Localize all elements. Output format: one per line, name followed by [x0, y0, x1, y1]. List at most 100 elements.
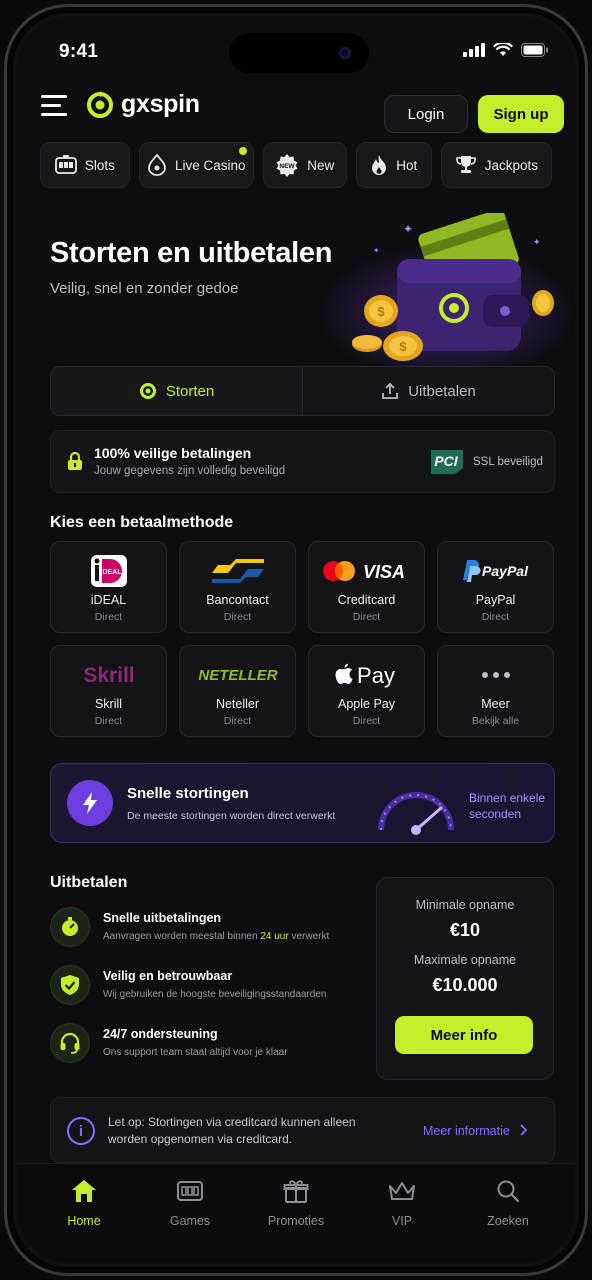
live-indicator-dot: [238, 147, 247, 155]
paypal-logo-icon: PayPal: [462, 560, 529, 582]
deposit-icon: [139, 383, 156, 399]
tab-storten[interactable]: Storten: [51, 367, 303, 415]
neteller-logo-icon: NETELLER: [198, 667, 277, 684]
method-ideal[interactable]: iDEAL iDEAL Direct: [50, 541, 167, 633]
method-skrill[interactable]: Skrill Skrill Direct: [50, 645, 167, 737]
feature-title: Veilig en betrouwbaar: [103, 969, 233, 983]
notice-text: Let op: Stortingen via creditcard kunnen…: [108, 1115, 356, 1146]
method-apple-pay[interactable]: Pay Apple Pay Direct: [308, 645, 425, 737]
svg-text:VISA: VISA: [362, 562, 404, 582]
battery-icon: [521, 43, 548, 57]
more-information-link[interactable]: Meer informatie: [423, 1124, 529, 1138]
category-jackpots[interactable]: Jackpots: [440, 142, 552, 188]
method-name: Skrill: [94, 697, 123, 711]
secure-subtitle: Jouw gegevens zijn volledig beveiligd: [94, 465, 286, 477]
category-hot[interactable]: Hot: [355, 142, 432, 188]
svg-text:PayPal: PayPal: [482, 563, 529, 579]
speedometer-icon: [378, 792, 454, 835]
brand-name: gxspin: [121, 89, 200, 118]
nav-games[interactable]: Games: [137, 1164, 243, 1263]
payouts-heading: Uitbetalen: [50, 874, 128, 891]
min-value: €10: [449, 920, 481, 940]
method-speed: Direct: [94, 715, 123, 727]
method-speed: Direct: [352, 611, 381, 623]
brand-logo[interactable]: gxspin: [85, 89, 200, 119]
nav-promoties[interactable]: Promoties: [243, 1164, 349, 1263]
search-icon: [497, 1180, 520, 1203]
pci-badge-icon: PCI: [431, 450, 463, 474]
phone-frame: 9:41 gxspin Login Sign up Slots Live Cas…: [4, 4, 588, 1276]
menu-icon[interactable]: [41, 95, 67, 117]
page-title: Storten en uitbetalen: [50, 237, 333, 269]
category-slots[interactable]: Slots: [40, 142, 130, 188]
nav-vip[interactable]: VIP: [349, 1164, 455, 1263]
nav-zoeken[interactable]: Zoeken: [455, 1164, 561, 1263]
deposit-withdraw-tabs: Storten Uitbetalen: [50, 366, 555, 416]
more-dots-icon: [481, 672, 510, 678]
apple-pay-logo-icon: Pay: [335, 663, 395, 688]
info-icon: i: [67, 1117, 95, 1145]
method-paypal[interactable]: PayPal PayPal Direct: [437, 541, 554, 633]
category-label: New: [307, 157, 335, 173]
fast-note: Binnen enkele seconden: [469, 791, 546, 821]
trophy-icon: [455, 156, 476, 173]
nav-home[interactable]: Home: [31, 1164, 137, 1263]
status-icons: [463, 43, 549, 57]
fast-deposits-banner: Snelle stortingen De meeste stortingen w…: [50, 763, 555, 843]
app-header: gxspin Login Sign up: [17, 83, 575, 133]
method-name: Apple Pay: [338, 697, 395, 711]
wifi-icon: [493, 43, 513, 56]
nav-label: Games: [169, 1214, 211, 1228]
min-label: Minimale opname: [415, 898, 515, 912]
method-speed: Direct: [94, 611, 123, 623]
method-speed: Direct: [481, 611, 510, 623]
page-subtitle: Veilig, snel en zonder gedoe: [50, 280, 239, 297]
tab-uitbetalen[interactable]: Uitbetalen: [303, 367, 554, 415]
method-name: Bancontact: [206, 593, 269, 607]
category-label: Live Casino: [175, 157, 246, 173]
payment-methods-grid: iDEAL iDEAL Direct Bancontact Direct VIS…: [50, 541, 555, 737]
svg-text:$: $: [377, 304, 385, 319]
wallet-illustration-icon: ✦ ✦ ✦ ✦ $ $: [352, 213, 554, 361]
lock-icon: [68, 451, 82, 470]
signup-button[interactable]: Sign up: [478, 95, 564, 133]
live-casino-icon: [148, 154, 166, 176]
more-info-button[interactable]: Meer info: [395, 1016, 533, 1054]
svg-text:$: $: [399, 339, 407, 354]
category-bar: Slots Live Casino NEW New Hot Jackpots: [40, 142, 552, 188]
screen: 9:41 gxspin Login Sign up Slots Live Cas…: [17, 17, 575, 1263]
feature-desc: Ons support team staat altijd voor je kl…: [103, 1047, 288, 1058]
category-label: Hot: [396, 157, 418, 173]
new-badge-icon: NEW: [276, 154, 298, 177]
skrill-logo-icon: Skrill: [83, 664, 134, 687]
method-speed: Direct: [352, 715, 381, 727]
category-label: Jackpots: [484, 157, 539, 173]
svg-text:NEW: NEW: [280, 163, 296, 170]
svg-text:Pay: Pay: [357, 663, 395, 688]
ideal-logo-icon: iDEAL: [90, 555, 127, 587]
category-new[interactable]: NEW New: [262, 142, 347, 188]
method-bancontact[interactable]: Bancontact Direct: [179, 541, 296, 633]
nav-label: Zoeken: [487, 1214, 529, 1228]
feature-fast-payouts: Snelle uitbetalingen Aanvragen worden me…: [50, 907, 370, 951]
method-creditcard[interactable]: VISA Creditcard Direct: [308, 541, 425, 633]
svg-text:iDEAL: iDEAL: [100, 569, 122, 576]
method-name: iDEAL: [90, 593, 127, 607]
svg-text:Skrill: Skrill: [83, 664, 134, 687]
login-button[interactable]: Login: [384, 95, 468, 133]
method-neteller[interactable]: NETELLER Neteller Direct: [179, 645, 296, 737]
category-live-casino[interactable]: Live Casino: [138, 142, 254, 188]
gxspin-logo-icon: [87, 91, 113, 118]
lightning-icon: [67, 780, 113, 826]
signal-icon: [463, 43, 485, 57]
feature-desc: Aanvragen worden meestal binnen 24 uur v…: [103, 931, 330, 942]
hero-section: Storten en uitbetalen Veilig, snel en zo…: [17, 203, 575, 383]
method-name: Meer: [481, 697, 510, 711]
nav-label: Home: [67, 1214, 101, 1228]
flame-icon: [372, 155, 387, 175]
withdrawal-limits-card: Minimale opname €10 Maximale opname €10.…: [376, 877, 554, 1080]
games-icon: [177, 1181, 203, 1201]
headset-icon: [50, 1023, 90, 1063]
method-more[interactable]: Meer Bekijk alle: [437, 645, 554, 737]
nav-label: VIP: [391, 1214, 413, 1228]
